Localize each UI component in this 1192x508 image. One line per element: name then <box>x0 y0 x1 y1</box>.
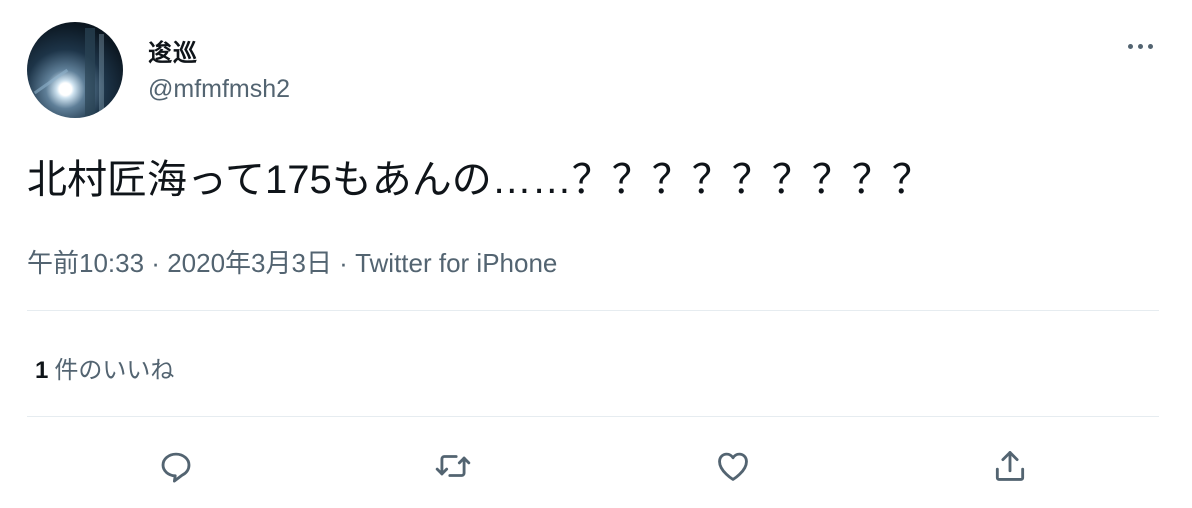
reply-icon <box>161 452 191 483</box>
tweet-date[interactable]: 2020年3月3日 <box>167 248 332 278</box>
tweet-meta: 午前10:33 · 2020年3月3日 · Twitter for iPhone <box>27 243 557 280</box>
divider <box>27 310 1159 311</box>
more-horizontal-icon <box>1137 43 1143 49</box>
more-horizontal-icon <box>1147 43 1153 49</box>
avatar-detail <box>33 68 69 95</box>
share-icon <box>995 451 1025 481</box>
likes-count-link[interactable]: 1 件のいいね <box>35 350 174 385</box>
meta-separator: · <box>144 248 168 278</box>
avatar-detail <box>85 28 95 116</box>
display-name[interactable]: 逡巡 <box>148 33 198 68</box>
avatar[interactable] <box>27 22 123 118</box>
meta-separator: · <box>331 248 356 278</box>
heart-icon <box>718 452 748 481</box>
like-button[interactable] <box>711 444 755 488</box>
reply-button[interactable] <box>154 444 198 488</box>
tweet-source[interactable]: Twitter for iPhone <box>355 248 557 278</box>
tweet-text: 北村匠海って175もあんの……？？？？？？？？？ <box>27 158 932 202</box>
likes-count: 1 <box>35 357 49 384</box>
more-options-button[interactable] <box>1122 32 1158 60</box>
share-button[interactable] <box>988 444 1032 488</box>
avatar-detail <box>99 34 104 114</box>
tweet-time[interactable]: 午前10:33 <box>27 248 144 278</box>
likes-label: 件のいいね <box>54 357 175 384</box>
divider <box>27 416 1159 417</box>
user-handle[interactable]: @mfmfmsh2 <box>148 75 290 104</box>
retweet-button[interactable] <box>431 444 475 488</box>
more-horizontal-icon <box>1127 43 1133 49</box>
retweet-icon <box>435 455 471 477</box>
